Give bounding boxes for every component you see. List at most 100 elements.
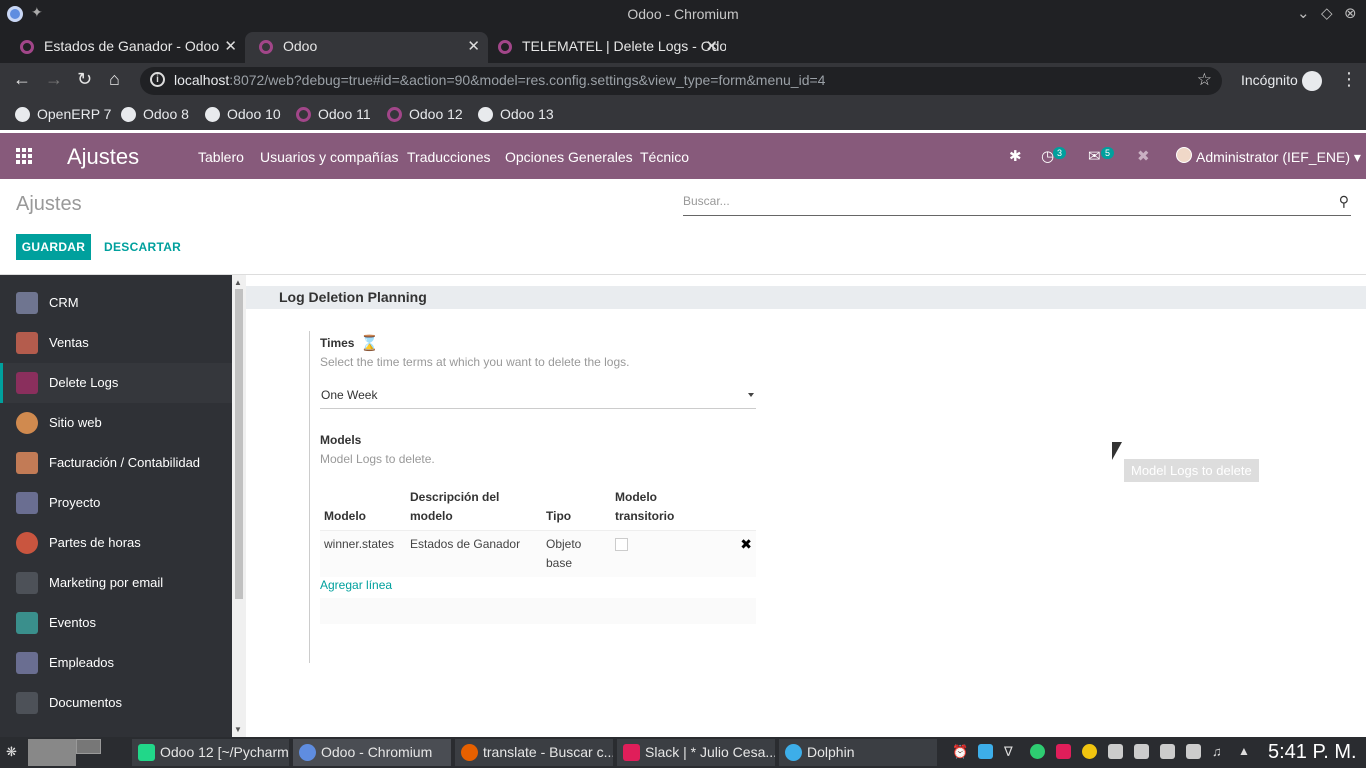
menu-usuarios[interactable]: Usuarios y compañías: [260, 149, 399, 165]
task-firefox[interactable]: translate - Buscar c...: [455, 739, 613, 766]
cell-model[interactable]: winner.states: [320, 530, 406, 577]
bookmark-star-icon[interactable]: ☆: [1197, 70, 1212, 90]
incognito-icon[interactable]: [1302, 71, 1322, 91]
chromium-icon: [299, 744, 316, 761]
sidebar-item-empleados[interactable]: Empleados: [0, 643, 232, 683]
menu-traducciones[interactable]: Traducciones: [407, 149, 491, 165]
tab-estados-de-ganador[interactable]: Estados de Ganador - Odoo ✕: [0, 32, 245, 63]
column-header-tipo[interactable]: Tipo: [542, 484, 611, 531]
avatar[interactable]: [1176, 147, 1192, 163]
mouse-cursor-icon: [1112, 442, 1122, 460]
usb-icon[interactable]: [1160, 744, 1175, 759]
times-help: Select the time terms at which you want …: [320, 355, 630, 369]
clock[interactable]: 5:41 P. M.: [1268, 741, 1357, 764]
sidebar-item-proyecto[interactable]: Proyecto: [0, 483, 232, 523]
tray-expand-icon[interactable]: ▲: [1238, 744, 1253, 759]
apps-grid-icon[interactable]: [16, 148, 33, 165]
activity-clock-icon[interactable]: ◷: [1041, 147, 1054, 165]
transient-checkbox: [615, 538, 628, 551]
check-icon[interactable]: [1030, 744, 1045, 759]
section-title: Log Deletion Planning: [279, 289, 427, 305]
delete-row-icon[interactable]: ✖: [740, 536, 752, 552]
battery-icon[interactable]: [1134, 744, 1149, 759]
search-input[interactable]: [683, 194, 1323, 208]
network-icon[interactable]: [978, 744, 993, 759]
tab-label: Odoo: [283, 38, 318, 54]
globe-icon: [16, 412, 38, 434]
chart-icon: [16, 332, 38, 354]
globe-icon: [15, 107, 30, 122]
sidebar-item-marketing-email[interactable]: Marketing por email: [0, 563, 232, 603]
bookmark-odoo13[interactable]: Odoo 13: [478, 106, 554, 122]
bookmark-odoo12[interactable]: Odoo 12: [387, 106, 463, 122]
app-title[interactable]: Ajustes: [67, 144, 139, 170]
bookmark-openerp7[interactable]: OpenERP 7: [15, 106, 111, 122]
debug-bug-icon[interactable]: ✱: [1009, 147, 1022, 165]
column-header-modelo[interactable]: Modelo: [320, 484, 406, 531]
close-tab-icon[interactable]: ✕: [705, 32, 718, 61]
odoo-icon: [498, 40, 512, 54]
user-menu[interactable]: Administrator (IEF_ENE) ▾: [1196, 149, 1361, 166]
table-row[interactable]: winner.states Estados de Ganador Objeto …: [320, 530, 756, 577]
scrollbar-thumb[interactable]: [235, 289, 243, 599]
task-dolphin[interactable]: Dolphin: [779, 739, 937, 766]
times-select[interactable]: One Week: [320, 388, 756, 409]
cell-transient: [611, 530, 716, 577]
sidebar-item-ventas[interactable]: Ventas: [0, 323, 232, 363]
menu-tecnico[interactable]: Técnico: [640, 149, 689, 165]
bookmark-odoo11[interactable]: Odoo 11: [296, 106, 371, 122]
cell-description[interactable]: Estados de Ganador: [406, 530, 542, 577]
cell-type[interactable]: Objeto base: [542, 530, 611, 577]
column-header-transitorio[interactable]: Modelo transitorio: [611, 484, 716, 531]
sidebar-item-partes-de-horas[interactable]: Partes de horas: [0, 523, 232, 563]
url-text[interactable]: localhost:8072/web?debug=true#id=&action…: [174, 72, 825, 88]
sidebar-item-facturacion[interactable]: Facturación / Contabilidad: [0, 443, 232, 483]
bulb-icon[interactable]: [1082, 744, 1097, 759]
forward-icon[interactable]: →: [45, 69, 63, 90]
maximize-icon[interactable]: ◇: [1321, 4, 1333, 22]
clipboard-icon[interactable]: [1108, 744, 1123, 759]
menu-tablero[interactable]: Tablero: [198, 149, 244, 165]
sidebar-item-sitio-web[interactable]: Sitio web: [0, 403, 232, 443]
tab-telematel[interactable]: TELEMATEL | Delete Logs - Odoo ✕: [488, 32, 726, 63]
sidebar-item-eventos[interactable]: Eventos: [0, 603, 232, 643]
home-icon[interactable]: ⌂: [109, 69, 120, 90]
close-tab-icon[interactable]: ✕: [467, 32, 480, 61]
messages-icon[interactable]: ✉: [1088, 147, 1101, 165]
browser-menu-icon[interactable]: ⋮: [1340, 69, 1358, 90]
scroll-down-icon[interactable]: ▼: [234, 725, 242, 734]
display-icon[interactable]: [1186, 744, 1201, 759]
save-button[interactable]: GUARDAR: [16, 234, 91, 260]
scroll-up-icon[interactable]: ▲: [234, 278, 242, 287]
reload-icon[interactable]: ↻: [77, 69, 92, 90]
close-window-icon[interactable]: ⊗: [1344, 4, 1357, 22]
tab-odoo[interactable]: Odoo ✕: [245, 32, 488, 63]
task-pycharm[interactable]: Odoo 12 [~/Pycharm...: [132, 739, 289, 766]
minimize-icon[interactable]: ⌄: [1297, 4, 1310, 22]
menu-opciones-generales[interactable]: Opciones Generales: [505, 149, 633, 165]
sidebar-item-crm[interactable]: CRM: [0, 283, 232, 323]
slack-tray-icon[interactable]: [1056, 744, 1071, 759]
task-chromium[interactable]: Odoo - Chromium: [293, 739, 451, 766]
virtual-desktop-2[interactable]: [76, 739, 101, 754]
close-tab-icon[interactable]: ✕: [224, 32, 237, 61]
alarm-icon[interactable]: ⏰: [952, 744, 968, 759]
info-icon[interactable]: i: [150, 72, 165, 87]
bookmark-odoo10[interactable]: Odoo 10: [205, 106, 281, 122]
add-line-link[interactable]: Agregar línea: [320, 578, 392, 592]
volume-icon[interactable]: ♫: [1212, 744, 1227, 759]
virtual-desktop-1[interactable]: [28, 739, 76, 766]
back-icon[interactable]: ←: [13, 69, 31, 90]
app-launcher-icon[interactable]: ❋: [6, 744, 22, 760]
discard-button[interactable]: DESCARTAR: [104, 240, 181, 254]
bookmark-odoo8[interactable]: Odoo 8: [121, 106, 189, 122]
search-icon[interactable]: ⚲: [1339, 193, 1349, 210]
address-bar[interactable]: i localhost:8072/web?debug=true#id=&acti…: [140, 67, 1222, 95]
thermometer-icon[interactable]: ∇: [1004, 744, 1019, 759]
sidebar-scrollbar[interactable]: ▲ ▼: [232, 275, 246, 737]
sidebar-item-documentos[interactable]: Documentos: [0, 683, 232, 723]
sidebar-item-delete-logs[interactable]: Delete Logs: [0, 363, 232, 403]
column-header-descripcion[interactable]: Descripción del modelo: [406, 484, 542, 531]
close-debug-icon[interactable]: ✖: [1137, 147, 1150, 165]
task-slack[interactable]: Slack | * Julio Cesa...: [617, 739, 775, 766]
